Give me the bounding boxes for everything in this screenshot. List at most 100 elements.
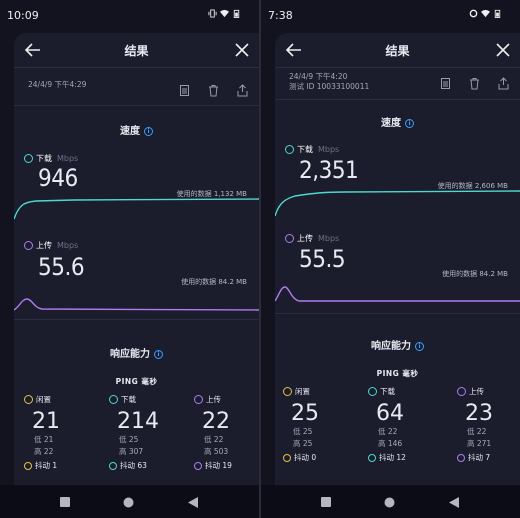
phone-screen-left: 10:09 结果 24/4/9 下午4:29 速度 i 下载 Mbps 946 … — [0, 0, 259, 518]
download-value: 2,351 — [299, 156, 359, 184]
upload-arrow-icon — [194, 395, 203, 404]
upload-arrow-icon — [285, 234, 294, 243]
ping-download-jitter: 抖动 63 — [120, 461, 147, 470]
trash-icon[interactable] — [468, 75, 481, 90]
status-time: 10:09 — [7, 9, 39, 22]
back-button[interactable] — [449, 497, 459, 508]
back-button[interactable] — [188, 497, 198, 508]
ping-upload-high: 高 503 — [204, 447, 229, 456]
upload-data-used: 使用的数据 84.2 MB — [442, 270, 508, 278]
upload-arrow-icon — [24, 241, 33, 250]
ping-upload-column: 上传 22 低 22 高 503 抖动 19 — [194, 394, 254, 471]
close-icon[interactable] — [233, 41, 251, 59]
download-arrow-icon — [368, 387, 377, 396]
status-bar: 10:09 — [0, 0, 259, 28]
ping-idle-high: 高 22 — [34, 447, 54, 456]
upload-unit: Mbps — [57, 241, 79, 250]
info-icon[interactable]: i — [415, 342, 424, 351]
test-meta: 24/4/9 下午4:20 测试 ID 10033100011 — [289, 72, 369, 92]
gear-icon — [469, 9, 478, 18]
jitter-icon — [109, 461, 117, 470]
ping-download-label: 下载 — [121, 395, 136, 404]
battery-icon — [494, 9, 501, 18]
ping-upload-low: 低 22 — [204, 435, 224, 444]
upload-value: 55.5 — [299, 245, 346, 273]
upload-value: 55.6 — [38, 253, 85, 281]
ping-download-low: 低 22 — [378, 427, 398, 436]
jitter-icon — [24, 461, 32, 470]
ping-upload-value: 22 — [202, 409, 230, 434]
top-bar: 结果 — [275, 33, 520, 67]
status-icons — [469, 9, 502, 18]
download-arrow-icon — [109, 395, 118, 404]
ping-download-value: 64 — [376, 401, 404, 426]
ping-idle-jitter: 抖动 1 — [35, 461, 58, 470]
download-label-text: 下载 — [36, 154, 52, 163]
ping-idle-value: 25 — [291, 401, 319, 426]
page-title: 结果 — [124, 44, 149, 58]
upload-graph — [275, 286, 520, 302]
ping-upload-low: 低 22 — [467, 427, 487, 436]
response-section-title: 响应能力 i — [14, 345, 259, 360]
download-label: 下载 Mbps — [24, 153, 78, 164]
ping-idle-column: 闲置 25 低 25 高 25 抖动 0 — [283, 386, 343, 463]
ping-upload-jitter: 抖动 19 — [205, 461, 232, 470]
download-unit: Mbps — [318, 145, 340, 154]
upload-arrow-icon — [457, 387, 466, 396]
page-title: 结果 — [385, 44, 410, 58]
jitter-icon — [457, 453, 465, 462]
test-meta: 24/4/9 下午4:29 — [28, 80, 86, 90]
phone-screen-right: 7:38 结果 24/4/9 下午4:20 测试 ID 10033100011 … — [261, 0, 520, 518]
download-arrow-icon — [24, 154, 33, 163]
info-icon[interactable]: i — [144, 127, 153, 136]
trash-icon[interactable] — [207, 82, 220, 97]
ping-download-label: 下载 — [380, 387, 395, 396]
response-section-title: 响应能力 i — [275, 337, 520, 352]
download-unit: Mbps — [57, 154, 79, 163]
info-icon[interactable]: i — [405, 119, 414, 128]
test-id: 测试 ID 10033100011 — [289, 82, 370, 91]
download-value: 946 — [38, 164, 78, 192]
share-icon[interactable] — [497, 75, 510, 90]
response-title-text: 响应能力 — [371, 341, 411, 352]
system-nav-bar — [261, 485, 520, 518]
ping-download-high: 高 307 — [119, 447, 144, 456]
test-datetime: 24/4/9 下午4:29 — [28, 80, 87, 89]
share-icon[interactable] — [236, 82, 249, 97]
divider — [275, 99, 520, 100]
result-actions — [178, 82, 249, 97]
ping-icon — [24, 395, 33, 404]
speed-section-title: 速度 i — [14, 122, 259, 137]
recents-button[interactable] — [60, 497, 70, 507]
notes-icon[interactable] — [178, 82, 191, 96]
notes-icon[interactable] — [439, 75, 452, 89]
wifi-icon — [220, 9, 229, 18]
battery-icon — [233, 9, 240, 18]
ping-download-column: 下载 64 低 22 高 146 抖动 12 — [368, 386, 428, 463]
info-icon[interactable]: i — [154, 350, 163, 359]
ping-download-low: 低 25 — [119, 435, 139, 444]
status-icons — [208, 9, 241, 18]
ping-idle-label: 闲置 — [295, 387, 310, 396]
speed-section-title: 速度 i — [275, 114, 520, 129]
download-graph — [14, 198, 259, 220]
ping-upload-high: 高 271 — [467, 439, 492, 448]
ping-idle-high: 高 25 — [293, 439, 313, 448]
ping-upload-column: 上传 23 低 22 高 271 抖动 7 — [457, 386, 517, 463]
download-arrow-icon — [285, 145, 294, 154]
ping-icon — [283, 387, 292, 396]
download-label: 下载 Mbps — [285, 144, 339, 155]
divider — [14, 319, 259, 320]
divider — [14, 105, 259, 106]
upload-data-used: 使用的数据 84.2 MB — [181, 278, 247, 286]
upload-unit: Mbps — [318, 234, 340, 243]
home-button[interactable] — [384, 497, 395, 508]
recents-button[interactable] — [321, 497, 331, 507]
divider — [14, 67, 259, 68]
ping-upload-jitter: 抖动 7 — [468, 453, 491, 462]
ping-idle-label: 闲置 — [36, 395, 51, 404]
home-button[interactable] — [123, 497, 134, 508]
response-title-text: 响应能力 — [110, 349, 150, 360]
ping-idle-jitter: 抖动 0 — [294, 453, 317, 462]
close-icon[interactable] — [494, 41, 512, 59]
